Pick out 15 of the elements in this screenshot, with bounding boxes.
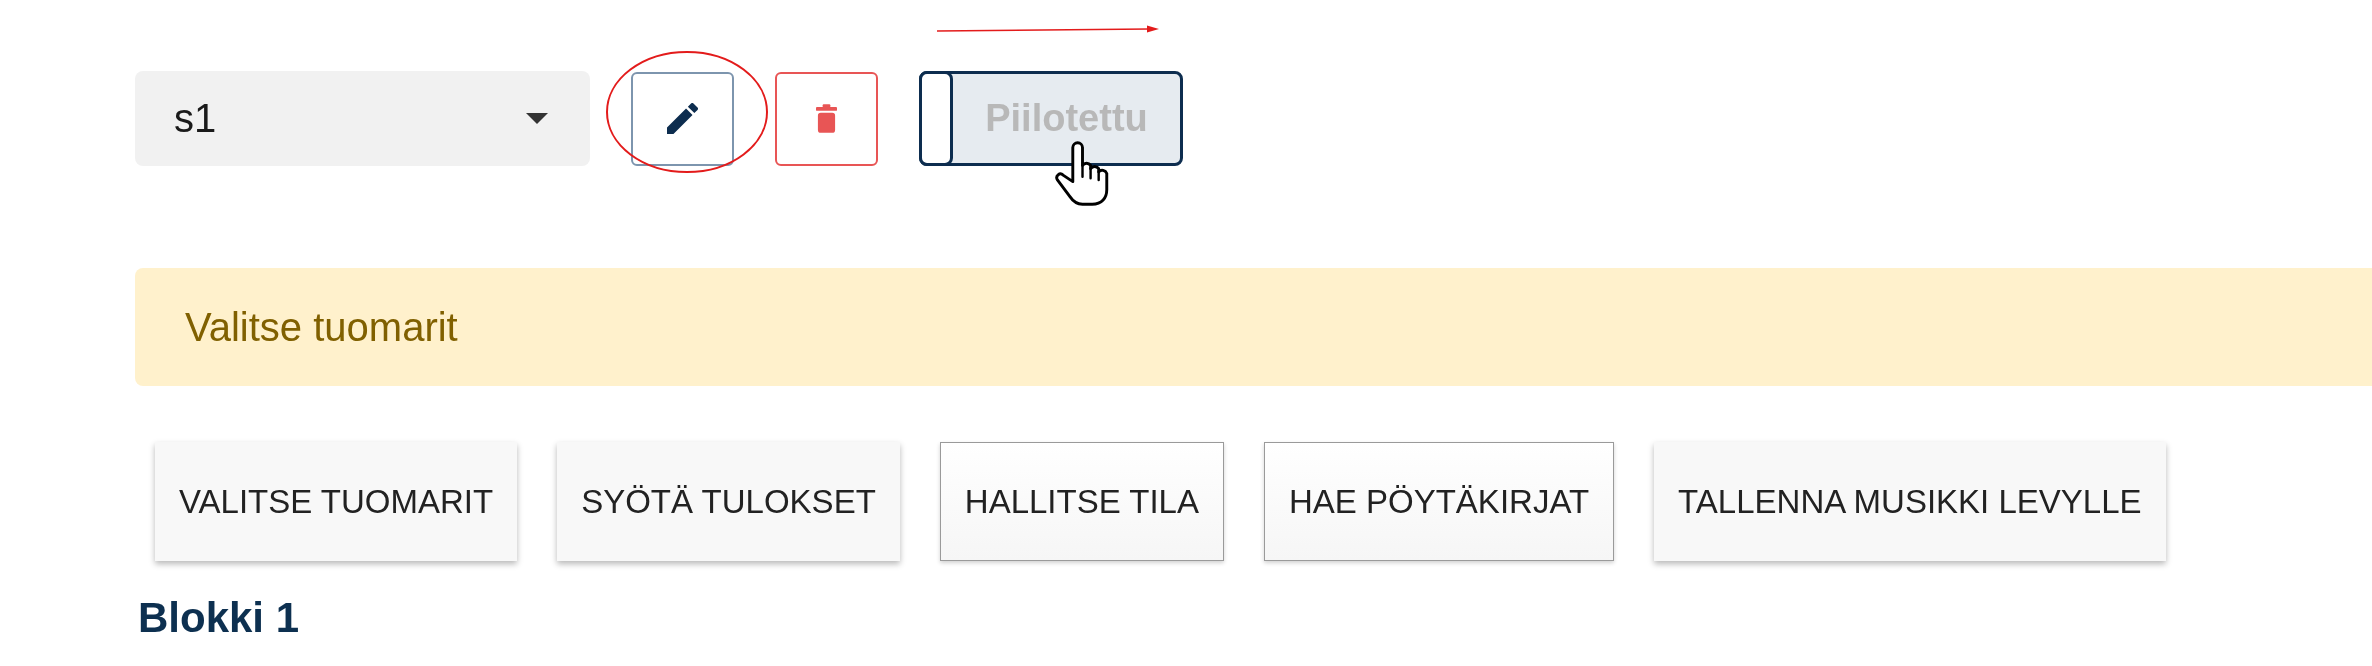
section-heading: Blokki 1 <box>138 594 301 642</box>
trash-icon <box>816 104 837 133</box>
hand-cursor-icon <box>1055 139 1110 208</box>
dropdown-select[interactable]: s1 <box>135 71 590 166</box>
action-button[interactable]: HALLITSE TILA <box>939 442 1224 561</box>
delete-button[interactable] <box>775 71 878 166</box>
alert-text: Valitse tuomarit <box>185 304 458 350</box>
edit-button[interactable] <box>631 71 734 166</box>
action-button[interactable]: TALLENNA MUSIKKI LEVYLLE <box>1654 442 2166 561</box>
caret-icon <box>526 113 548 124</box>
pencil-icon <box>667 103 698 134</box>
action-button[interactable]: HAE PÖYTÄKIRJAT <box>1264 442 1615 561</box>
toggle-knob-icon <box>919 71 953 166</box>
action-button[interactable]: SYÖTÄ TULOKSET <box>557 442 900 561</box>
action-button[interactable]: VALITSE TUOMARIT <box>155 442 518 561</box>
